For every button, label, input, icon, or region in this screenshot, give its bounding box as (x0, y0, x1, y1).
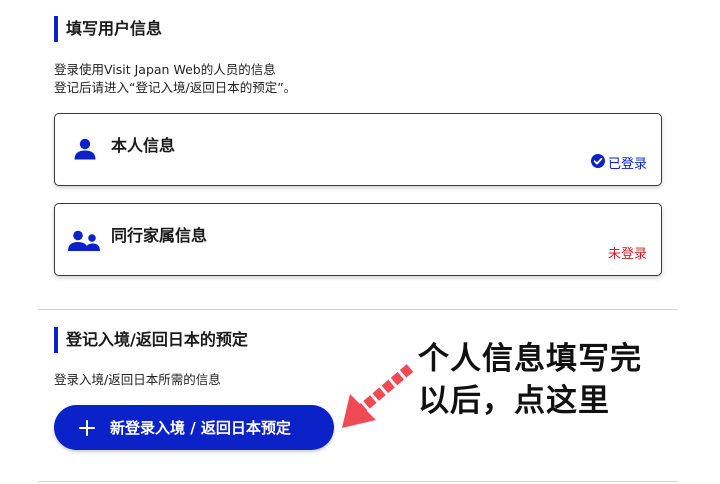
new-registration-button[interactable]: 新登录入境 / 返回日本预定 (54, 405, 334, 450)
user-info-section-title: 填写用户信息 (54, 16, 162, 42)
self-info-card-title: 本人信息 (111, 136, 176, 155)
user-info-desc-line2: 登记后请进入“登记入境/返回日本的预定”。 (54, 80, 297, 95)
person-icon (73, 138, 97, 164)
self-info-status-text: 已登录 (607, 157, 647, 172)
arrow-icon (338, 362, 418, 438)
reservation-section-title: 登记入境/返回日本的预定 (54, 327, 248, 353)
check-circle-icon (590, 153, 605, 172)
group-icon (67, 230, 101, 256)
user-info-desc-line1: 登录使用Visit Japan Web的人员的信息 (54, 62, 276, 77)
plus-icon (76, 417, 98, 439)
self-info-status: 已登录 (590, 153, 647, 172)
family-info-card[interactable]: 同行家属信息 未登录 (54, 203, 662, 276)
reservation-description: 登录入境/返回日本所需的信息 (54, 372, 221, 387)
self-info-card[interactable]: 本人信息 已登录 (54, 113, 662, 186)
section-divider (38, 309, 678, 310)
family-info-card-title: 同行家属信息 (111, 226, 208, 245)
user-info-description: 登录使用Visit Japan Web的人员的信息 登记后请进入“登记入境/返回… (54, 61, 296, 97)
page: 填写用户信息 登录使用Visit Japan Web的人员的信息 登记后请进入“… (0, 0, 720, 484)
family-info-status: 未登录 (607, 247, 647, 262)
new-registration-button-label: 新登录入境 / 返回日本预定 (110, 419, 291, 437)
bottom-divider (38, 481, 678, 482)
annotation-text: 个人信息填写完 以后，点这里 (418, 341, 642, 419)
